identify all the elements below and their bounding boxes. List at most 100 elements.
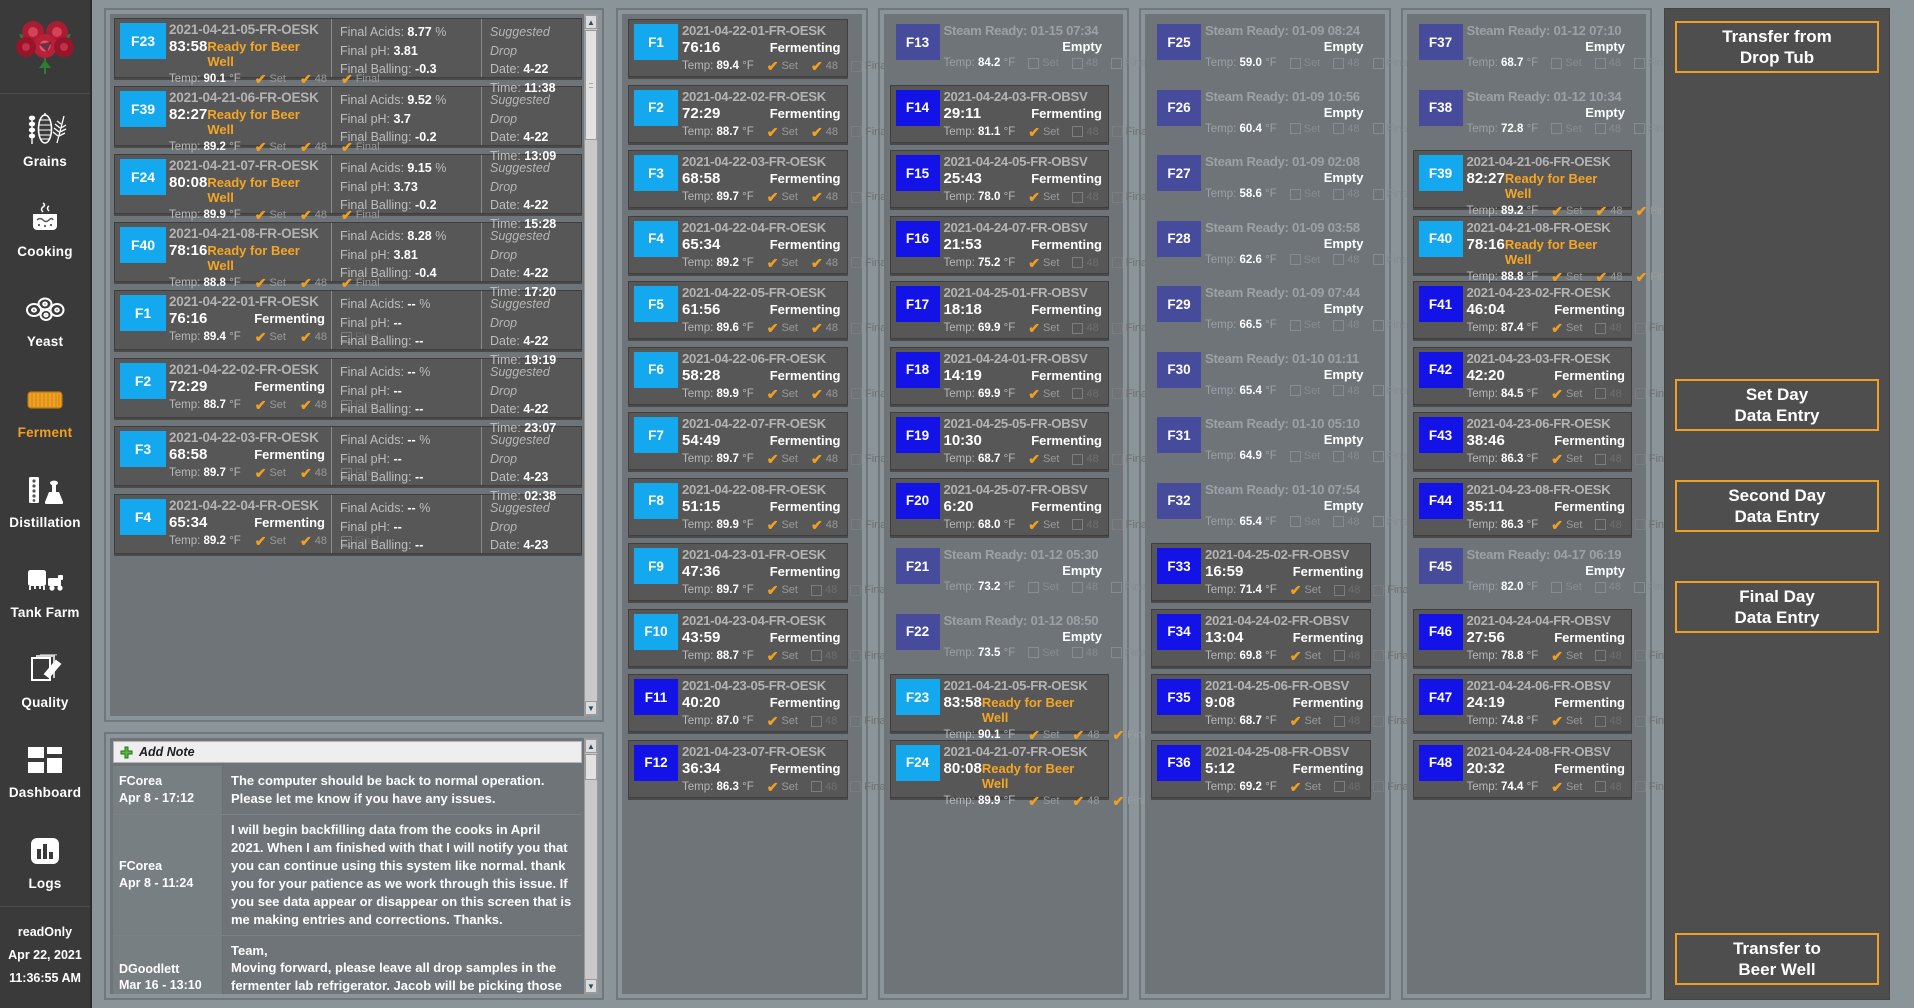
tank-card[interactable]: F33 2021-04-25-02-FR-OBSV 16:59 Fermenti…: [1151, 543, 1411, 601]
check-set[interactable]: ✔ Set: [255, 330, 286, 344]
tank-card[interactable]: F3 2021-04-22-03-FR-OESK 68:58 Fermentin…: [628, 150, 889, 208]
sidebar-item-grains[interactable]: Grains: [0, 94, 90, 184]
check-48[interactable]: 48: [1594, 57, 1621, 69]
transfer-to-beer-well-button[interactable]: Transfer to Beer Well: [1675, 933, 1879, 985]
check-set[interactable]: Set: [1289, 450, 1320, 462]
tank-card[interactable]: F15 2021-04-24-05-FR-OBSV 25:43 Fermenti…: [889, 150, 1150, 208]
check-48[interactable]: 48: [1333, 188, 1360, 200]
check-48[interactable]: ✔ 48: [300, 72, 327, 86]
scroll-down-arrow[interactable]: ▼: [585, 701, 597, 715]
check-set[interactable]: ✔ Set: [1028, 321, 1059, 335]
detail-row[interactable]: F23 2021-04-21-05-FR-OESK 83:58 Ready fo…: [114, 18, 582, 95]
check-set[interactable]: ✔ Set: [1290, 714, 1321, 728]
check-final[interactable]: Final: [1111, 581, 1149, 593]
tank-card[interactable]: F14 2021-04-24-03-FR-OBSV 29:11 Fermenti…: [889, 84, 1150, 143]
notes-scroll-down-arrow[interactable]: ▼: [585, 979, 597, 993]
check-set[interactable]: Set: [1551, 581, 1582, 593]
notes-scrollbar[interactable]: ▲ ▼: [584, 738, 598, 994]
tank-card[interactable]: F45 Steam Ready: 04-17 06:19 Empty Temp:…: [1412, 543, 1672, 601]
check-48[interactable]: ✔ 48: [300, 398, 327, 412]
check-set[interactable]: ✔ Set: [1551, 321, 1582, 335]
check-48[interactable]: ✔ 48: [811, 59, 838, 73]
check-48[interactable]: ✔ 48: [1072, 794, 1099, 808]
check-final[interactable]: Final: [1111, 257, 1150, 269]
tank-card[interactable]: F30 Steam Ready: 01-10 01:11 Empty Temp:…: [1151, 346, 1410, 405]
tank-card[interactable]: F5 2021-04-22-05-FR-OESK 61:56 Fermentin…: [628, 281, 889, 339]
sidebar-item-dashboard[interactable]: Dashboard: [0, 725, 90, 815]
check-48[interactable]: ✔ 48: [300, 276, 327, 290]
tank-card[interactable]: F2 2021-04-22-02-FR-OESK 72:29 Fermentin…: [628, 84, 889, 143]
check-final[interactable]: Final: [1111, 647, 1149, 659]
second-day-data-entry-button[interactable]: Second Day Data Entry: [1675, 480, 1879, 532]
tank-card[interactable]: F36 2021-04-25-08-FR-OBSV 5:12 Fermentin…: [1151, 739, 1411, 798]
detail-row[interactable]: F2 2021-04-22-02-FR-OESK 72:29 Fermentin…: [114, 358, 582, 435]
check-final[interactable]: Final: [1111, 519, 1150, 531]
check-set[interactable]: Set: [1028, 647, 1059, 659]
set-day-data-entry-button[interactable]: Set Day Data Entry: [1675, 379, 1879, 431]
tank-card[interactable]: F17 2021-04-25-01-FR-OBSV 18:18 Fermenti…: [889, 281, 1150, 339]
tank-card[interactable]: F32 Steam Ready: 01-10 07:54 Empty Temp:…: [1151, 477, 1410, 536]
check-set[interactable]: Set: [1289, 254, 1320, 266]
tank-card[interactable]: F4 2021-04-22-04-FR-OESK 65:34 Fermentin…: [628, 215, 889, 274]
check-48[interactable]: 48: [1333, 650, 1360, 662]
check-set[interactable]: ✔ Set: [255, 208, 286, 222]
app-logo[interactable]: [0, 0, 90, 94]
check-48[interactable]: 48: [1072, 322, 1099, 334]
tank-card[interactable]: F40 2021-04-21-08-FR-OESK 78:16 Ready fo…: [1412, 215, 1674, 284]
check-final[interactable]: Final: [1111, 191, 1150, 203]
check-final[interactable]: Final: [850, 584, 888, 596]
tank-card[interactable]: F27 Steam Ready: 01-09 02:08 Empty Temp:…: [1151, 150, 1410, 208]
notes-scroll-thumb[interactable]: [585, 754, 597, 780]
check-set[interactable]: ✔ Set: [1290, 649, 1321, 663]
tank-card[interactable]: F42 2021-04-23-03-FR-OESK 42:20 Fermenti…: [1412, 346, 1673, 405]
check-48[interactable]: ✔ 48: [300, 534, 327, 548]
check-set[interactable]: Set: [1289, 188, 1320, 200]
check-48[interactable]: 48: [1072, 191, 1099, 203]
tank-card[interactable]: F11 2021-04-23-05-FR-OESK 40:20 Fermenti…: [628, 674, 888, 732]
tank-card[interactable]: F20 2021-04-25-07-FR-OBSV 6:20 Fermentin…: [889, 477, 1150, 536]
tank-card[interactable]: F6 2021-04-22-06-FR-OESK 58:28 Fermentin…: [628, 346, 889, 405]
check-set[interactable]: ✔ Set: [1028, 256, 1059, 270]
tank-card[interactable]: F1 2021-04-22-01-FR-OESK 76:16 Fermentin…: [628, 19, 889, 77]
check-set[interactable]: Set: [1551, 123, 1582, 135]
detail-row[interactable]: F39 2021-04-21-06-FR-OESK 82:27 Ready fo…: [114, 86, 582, 163]
sidebar-item-logs[interactable]: Logs: [0, 816, 90, 906]
detail-row[interactable]: F4 2021-04-22-04-FR-OESK 65:34 Fermentin…: [114, 494, 582, 554]
check-final[interactable]: Final: [1373, 650, 1411, 662]
tank-card[interactable]: F22 Steam Ready: 01-12 08:50 Empty Temp:…: [889, 608, 1149, 667]
final-day-data-entry-button[interactable]: Final Day Data Entry: [1675, 581, 1879, 633]
notes-scroll-up-arrow[interactable]: ▲: [585, 739, 597, 753]
tank-card[interactable]: F12 2021-04-23-07-FR-OESK 36:34 Fermenti…: [628, 739, 888, 798]
check-48[interactable]: ✔ 48: [811, 387, 838, 401]
check-set[interactable]: ✔ Set: [1028, 387, 1059, 401]
detail-row[interactable]: F3 2021-04-22-03-FR-OESK 68:58 Fermentin…: [114, 426, 582, 503]
check-48[interactable]: 48: [1333, 715, 1360, 727]
scroll-thumb[interactable]: [585, 30, 597, 140]
check-set[interactable]: ✔ Set: [767, 59, 798, 73]
check-set[interactable]: ✔ Set: [767, 321, 798, 335]
check-set[interactable]: ✔ Set: [1290, 780, 1321, 794]
tank-card[interactable]: F16 2021-04-24-07-FR-OBSV 21:53 Fermenti…: [889, 215, 1150, 274]
tank-card[interactable]: F31 Steam Ready: 01-10 05:10 Empty Temp:…: [1151, 412, 1410, 470]
check-48[interactable]: ✔ 48: [300, 140, 327, 154]
tank-card[interactable]: F7 2021-04-22-07-FR-OESK 54:49 Fermentin…: [628, 412, 889, 470]
tank-card[interactable]: F8 2021-04-22-08-FR-OESK 51:15 Fermentin…: [628, 477, 889, 536]
check-set[interactable]: ✔ Set: [1551, 780, 1582, 794]
check-48[interactable]: 48: [1595, 322, 1622, 334]
check-48[interactable]: 48: [810, 650, 837, 662]
check-set[interactable]: ✔ Set: [767, 256, 798, 270]
check-final[interactable]: Final: [1372, 188, 1410, 200]
tank-card[interactable]: F29 Steam Ready: 01-09 07:44 Empty Temp:…: [1151, 281, 1410, 339]
check-48[interactable]: 48: [1072, 257, 1099, 269]
tank-card[interactable]: F28 Steam Ready: 01-09 03:58 Empty Temp:…: [1151, 215, 1410, 274]
transfer-from-drop-tub-button[interactable]: Transfer from Drop Tub: [1675, 21, 1879, 73]
tank-card[interactable]: F19 2021-04-25-05-FR-OBSV 10:30 Fermenti…: [889, 412, 1150, 470]
check-final[interactable]: Final: [1111, 453, 1150, 465]
tank-card[interactable]: F34 2021-04-24-02-FR-OBSV 13:04 Fermenti…: [1151, 608, 1411, 667]
sidebar-item-ferment[interactable]: Ferment: [0, 365, 90, 455]
tank-card[interactable]: F10 2021-04-23-04-FR-OESK 43:59 Fermenti…: [628, 608, 888, 667]
tank-card[interactable]: F39 2021-04-21-06-FR-OESK 82:27 Ready fo…: [1412, 150, 1674, 218]
check-final[interactable]: Final: [850, 715, 888, 727]
tank-card[interactable]: F25 Steam Ready: 01-09 08:24 Empty Temp:…: [1151, 19, 1410, 77]
check-final[interactable]: Final: [1111, 57, 1149, 69]
